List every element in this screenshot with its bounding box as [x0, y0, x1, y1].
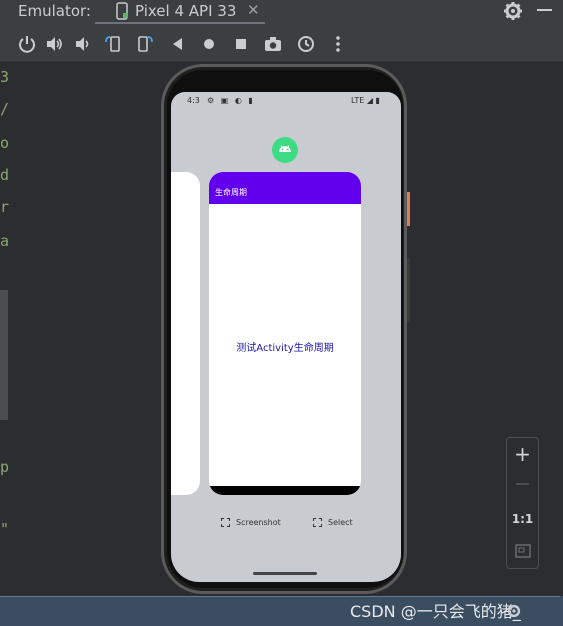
zoom-out-button[interactable]: — [507, 476, 538, 492]
lifecycle-test-text: 测试Activity生命周期 [236, 343, 334, 354]
code-char: / [0, 100, 10, 118]
app-bar: 生命周期 [209, 172, 361, 204]
screenshot-icon [221, 518, 230, 527]
settings-gear-icon[interactable] [502, 0, 524, 22]
snapshot-history-icon[interactable] [296, 34, 316, 54]
screenshot-label: Screenshot [236, 518, 281, 527]
code-char: o [0, 134, 10, 152]
watermark-text: CSDN @一只会飞的猪_ [350, 602, 521, 621]
status-notification-icons: ⚙ ▣ ◐ ▮ [207, 96, 255, 105]
zoom-in-button[interactable]: + [507, 442, 538, 466]
rotate-right-icon[interactable] [134, 34, 154, 54]
bottom-gear-icon[interactable] [505, 602, 523, 620]
status-network: LTE ◢ ▮ [351, 96, 380, 105]
tab-pixel4-api33[interactable]: Pixel 4 API 33 ✕ [97, 0, 267, 24]
device-screen[interactable]: 4:3 ⚙ ▣ ◐ ▮ LTE ◢ ▮ 生命周期 测试Activity生命周期 … [171, 92, 401, 582]
camera-icon[interactable] [263, 34, 283, 54]
device-power-key[interactable] [407, 192, 410, 226]
status-time: 4:3 [187, 96, 200, 105]
select-icon [313, 518, 322, 527]
minimize-icon[interactable] [537, 9, 552, 11]
home-icon[interactable] [199, 34, 219, 54]
editor-code-fragment: 3 / o d r a p " [0, 62, 10, 596]
screenshot-action[interactable]: Screenshot [221, 518, 281, 527]
android-robot-icon [279, 145, 291, 152]
zoom-actual-size-button[interactable]: 1:1 [507, 512, 538, 526]
app-title: 生命周期 [215, 188, 247, 197]
android-app-icon[interactable] [272, 137, 298, 163]
volume-down-icon[interactable] [72, 34, 92, 54]
emulator-toolbar [0, 24, 563, 62]
emulator-title: Emulator: [18, 2, 91, 20]
fit-screen-icon[interactable] [515, 544, 531, 558]
emulator-titlebar: Emulator: Pixel 4 API 33 ✕ [0, 0, 563, 25]
zoom-panel: + — 1:1 [506, 437, 539, 569]
more-options-icon[interactable] [328, 34, 348, 54]
editor-scrollbar[interactable] [0, 290, 8, 420]
code-char: 3 [0, 68, 10, 86]
status-bar: 4:3 ⚙ ▣ ◐ ▮ LTE ◢ ▮ [171, 92, 401, 110]
close-tab-icon[interactable]: ✕ [247, 1, 260, 19]
rotate-left-icon[interactable] [104, 34, 124, 54]
android-studio-emulator-window: Emulator: Pixel 4 API 33 ✕ 3 / o d r a p… [0, 0, 563, 626]
back-icon[interactable] [168, 34, 188, 54]
select-action[interactable]: Select [313, 518, 353, 527]
overview-icon[interactable] [231, 34, 251, 54]
recent-app-card[interactable]: 生命周期 测试Activity生命周期 [209, 172, 361, 495]
code-char: " [0, 520, 10, 538]
select-label: Select [328, 518, 353, 527]
power-icon[interactable] [17, 34, 37, 54]
recent-app-card-previous[interactable] [171, 172, 200, 495]
recents-actions: Screenshot Select [171, 518, 401, 532]
code-char: p [0, 458, 10, 476]
gesture-navigation-bar[interactable] [253, 572, 317, 575]
divider [0, 596, 560, 597]
app-nav-bar [209, 486, 361, 495]
code-char: d [0, 166, 10, 184]
volume-up-icon[interactable] [44, 34, 64, 54]
device-volume-key[interactable] [407, 258, 410, 322]
code-char: a [0, 232, 10, 250]
code-char: r [0, 198, 10, 216]
device-icon [116, 2, 128, 20]
tab-label: Pixel 4 API 33 [135, 2, 237, 20]
